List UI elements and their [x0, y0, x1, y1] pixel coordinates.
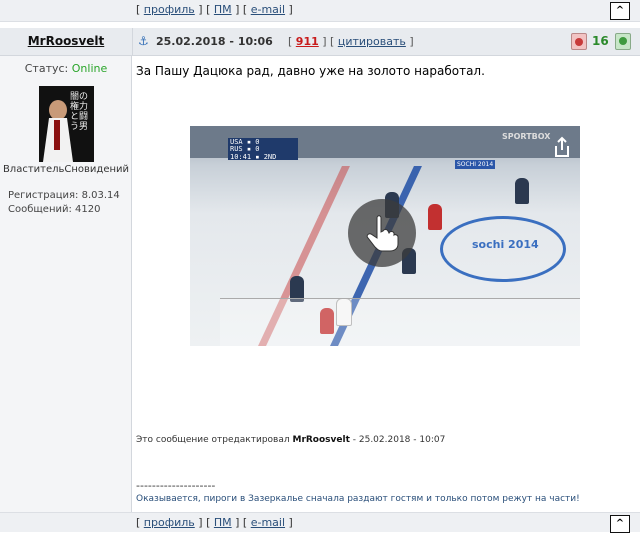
post-links-bottom: [ профиль ] [ ПМ ] [ e-mail ] ^ — [0, 512, 640, 533]
edited-by: MrRoosvelt — [292, 435, 350, 445]
video-player[interactable]: SPORTBOX USA ▪ 0 RUS ▪ 0 10:41 ▪ 2ND SOC… — [190, 126, 580, 346]
anchor-icon[interactable]: ⚓ — [138, 34, 150, 48]
status-online: Online — [71, 62, 108, 75]
post-links-top: [ профиль ] [ ПМ ] [ e-mail ] ^ — [0, 0, 640, 22]
user-title: ВластительСновидений — [2, 164, 130, 175]
user-registration: Регистрация: 8.03.14 — [8, 190, 120, 201]
avatar: 闇の権力と闘う男 — [39, 86, 94, 162]
links-group-top: [ профиль ] [ ПМ ] [ e-mail ] — [136, 3, 293, 16]
scroll-up-button[interactable]: ^ — [610, 515, 630, 533]
rink-logo-text: sochi 2014 — [472, 238, 539, 251]
email-link[interactable]: e-mail — [251, 3, 285, 16]
scroll-up-button[interactable]: ^ — [610, 2, 630, 20]
post-number-link[interactable]: 911 — [296, 35, 319, 48]
links-group-bottom: [ профиль ] [ ПМ ] [ e-mail ] — [136, 516, 293, 529]
avatar-head — [49, 100, 67, 120]
share-icon[interactable] — [552, 136, 572, 158]
post-actions: [ 911 ] [ цитировать ] — [288, 35, 414, 48]
pm-link[interactable]: ПМ — [214, 516, 232, 529]
score-clock: 10:41 ▪ 2ND — [230, 153, 277, 161]
post-text: За Пашу Дацюка рад, давно уже на золото … — [136, 64, 485, 78]
score-rus: RUS ▪ 0 — [230, 145, 260, 153]
user-message-count: Сообщений: 4120 — [8, 204, 101, 215]
vote-up-icon[interactable] — [615, 33, 631, 50]
signature-divider: -------------------- — [136, 479, 216, 492]
vote-down-icon[interactable] — [571, 33, 587, 50]
email-link[interactable]: e-mail — [251, 516, 285, 529]
video-sponsor: SPORTBOX — [502, 132, 551, 141]
signature-text: Оказывается, пироги в Зазеркалье сначала… — [136, 494, 580, 504]
post-date: 25.02.2018 - 10:06 — [156, 35, 273, 48]
profile-link[interactable]: профиль — [144, 516, 195, 529]
user-status: Статус: Online — [24, 62, 108, 75]
post-header: MrRoosvelt ⚓ 25.02.2018 - 10:06 [ 911 ] … — [0, 28, 640, 56]
cite-link[interactable]: цитировать — [338, 35, 406, 48]
rink-glass — [220, 298, 580, 346]
avatar-tie — [54, 120, 60, 150]
avatar-text: 闇の権力と闘う男 — [70, 92, 89, 132]
user-info-column: Статус: Online 闇の権力と闘う男 ВластительСновид… — [0, 56, 132, 512]
edited-note: Это сообщение отредактировал MrRoosvelt … — [136, 435, 446, 445]
post-content: За Пашу Дацюка рад, давно уже на золото … — [133, 56, 640, 512]
post-rating: 16 — [592, 34, 609, 48]
hockey-player — [428, 204, 442, 230]
hand-pointer-icon — [366, 215, 399, 252]
author-name: MrRoosvelt — [0, 28, 133, 55]
pm-link[interactable]: ПМ — [214, 3, 232, 16]
profile-link[interactable]: профиль — [144, 3, 195, 16]
author-link[interactable]: MrRoosvelt — [28, 34, 105, 48]
video-games-label: SOCHI 2014 — [455, 160, 496, 169]
hockey-player — [515, 178, 529, 204]
